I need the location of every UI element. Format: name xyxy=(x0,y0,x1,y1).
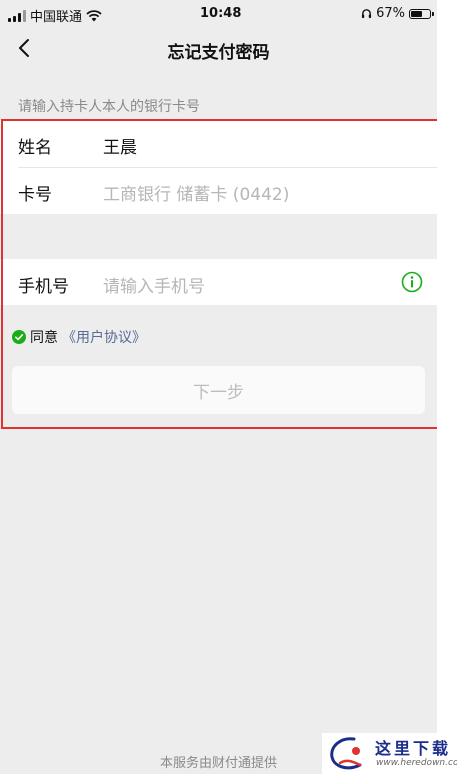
agreement-prefix: 同意 xyxy=(30,330,58,346)
status-bar: 中国联通 10:48 67% xyxy=(0,0,437,28)
name-row: 姓名 王晨 xyxy=(0,120,437,167)
status-time: 10:48 xyxy=(200,6,242,21)
page-title: 忘记支付密码 xyxy=(167,43,270,63)
cellular-signal-icon xyxy=(8,9,26,22)
name-value: 王晨 xyxy=(103,138,137,158)
watermark: 这里下载 www.heredown.com xyxy=(322,733,457,774)
card-number-label: 卡号 xyxy=(18,185,52,205)
wifi-icon xyxy=(86,9,102,21)
headphones-icon xyxy=(362,9,372,19)
watermark-logo-icon xyxy=(330,737,362,770)
navigation-bar: 忘记支付密码 xyxy=(0,28,437,68)
watermark-text: 这里下载 xyxy=(375,739,452,758)
card-number-row[interactable]: 卡号 工商银行 储蓄卡 (0442) xyxy=(0,167,437,214)
name-label: 姓名 xyxy=(18,138,52,158)
check-circle-icon[interactable] xyxy=(12,330,26,344)
watermark-url: www.heredown.com xyxy=(376,758,457,768)
next-button[interactable]: 下一步 xyxy=(12,366,425,414)
phone-label: 手机号 xyxy=(18,277,69,297)
cardholder-info-card: 姓名 王晨 卡号 工商银行 储蓄卡 (0442) xyxy=(0,120,437,214)
user-agreement-link[interactable]: 《用户协议》 xyxy=(62,327,146,347)
agreement-row: 同意 《用户协议》 xyxy=(12,327,146,347)
card-number-field[interactable]: 工商银行 储蓄卡 (0442) xyxy=(103,180,289,205)
battery-fill xyxy=(411,10,423,17)
battery-percent: 67% xyxy=(376,6,405,21)
battery-icon xyxy=(409,8,434,19)
right-margin xyxy=(437,0,457,774)
phone-input[interactable]: 请输入手机号 xyxy=(103,272,205,297)
carrier-name: 中国联通 xyxy=(30,10,83,25)
card-number-hint: 请输入持卡人本人的银行卡号 xyxy=(18,99,200,115)
phone-card: 手机号 请输入手机号 xyxy=(0,259,437,305)
phone-row[interactable]: 手机号 请输入手机号 xyxy=(0,259,437,306)
info-icon[interactable] xyxy=(401,271,423,293)
